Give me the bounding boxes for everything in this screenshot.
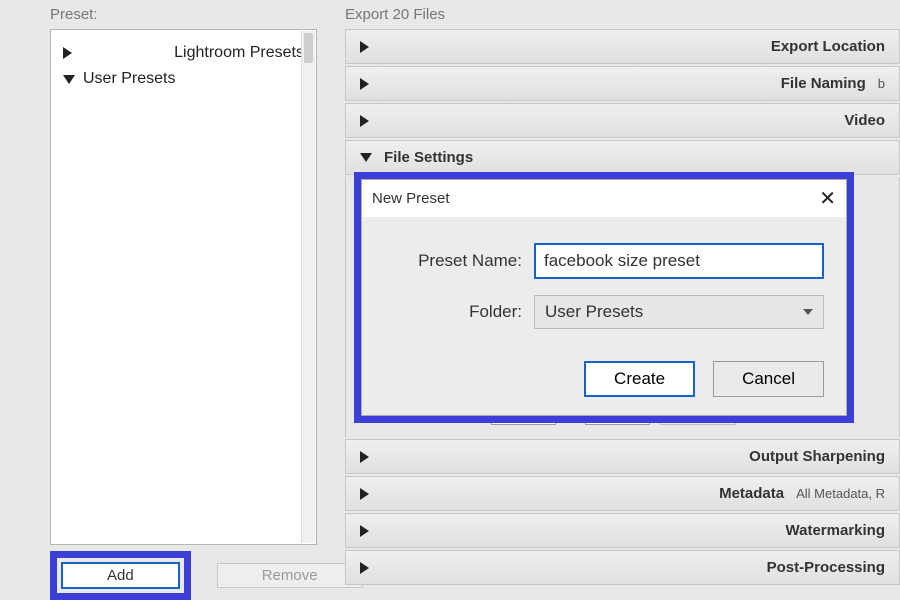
chevron-right-icon [63, 47, 166, 59]
tree-item-label: Lightroom Presets [174, 44, 304, 62]
chevron-right-icon [360, 525, 774, 537]
section-file-settings[interactable]: File Settings [345, 140, 900, 175]
preset-list: Lightroom Presets User Presets [50, 29, 317, 545]
section-label: Metadata [719, 485, 784, 502]
tree-item-lightroom-presets[interactable]: Lightroom Presets [57, 40, 310, 66]
section-label: Video [844, 112, 885, 129]
preset-panel-title: Preset: [0, 0, 335, 29]
chevron-right-icon [360, 451, 737, 463]
scroll-thumb[interactable] [304, 33, 313, 63]
preset-name-label: Preset Name: [392, 251, 522, 271]
section-metadata[interactable]: Metadata All Metadata, R [345, 476, 900, 511]
create-button[interactable]: Create [584, 361, 695, 397]
export-panel-title: Export 20 Files [335, 0, 900, 29]
preset-name-input[interactable] [534, 243, 824, 279]
section-label: Post-Processing [767, 559, 885, 576]
section-export-location[interactable]: Export Location [345, 29, 900, 64]
chevron-right-icon [360, 488, 707, 500]
folder-value: User Presets [545, 302, 643, 322]
chevron-down-icon [63, 75, 75, 84]
section-meta: b [878, 76, 885, 91]
chevron-down-icon [360, 153, 372, 162]
new-preset-dialog: New Preset ✕ Preset Name: Folder: User P… [354, 172, 854, 423]
chevron-right-icon [360, 78, 769, 90]
section-meta: All Metadata, R [796, 486, 885, 501]
chevron-right-icon [360, 115, 832, 127]
folder-select[interactable]: User Presets [534, 295, 824, 329]
chevron-right-icon [360, 562, 755, 574]
section-output-sharpening[interactable]: Output Sharpening [345, 439, 900, 474]
tree-item-label: User Presets [83, 70, 175, 88]
section-label: File Naming [781, 75, 866, 92]
dialog-title: New Preset [372, 190, 450, 207]
tree-item-user-presets[interactable]: User Presets [57, 66, 310, 92]
chevron-down-icon [803, 309, 813, 315]
section-post-processing[interactable]: Post-Processing [345, 550, 900, 585]
folder-label: Folder: [392, 302, 522, 322]
section-label: File Settings [384, 149, 473, 166]
scrollbar[interactable] [301, 31, 315, 543]
chevron-right-icon [360, 41, 759, 53]
cancel-button[interactable]: Cancel [713, 361, 824, 397]
section-label: Export Location [771, 38, 885, 55]
add-button[interactable]: Add [61, 562, 180, 589]
highlight-add: Add [50, 551, 191, 600]
close-icon[interactable]: ✕ [819, 186, 836, 211]
section-watermarking[interactable]: Watermarking [345, 513, 900, 548]
section-video[interactable]: Video [345, 103, 900, 138]
section-label: Watermarking [786, 522, 885, 539]
section-file-naming[interactable]: File Naming b [345, 66, 900, 101]
section-label: Output Sharpening [749, 448, 885, 465]
